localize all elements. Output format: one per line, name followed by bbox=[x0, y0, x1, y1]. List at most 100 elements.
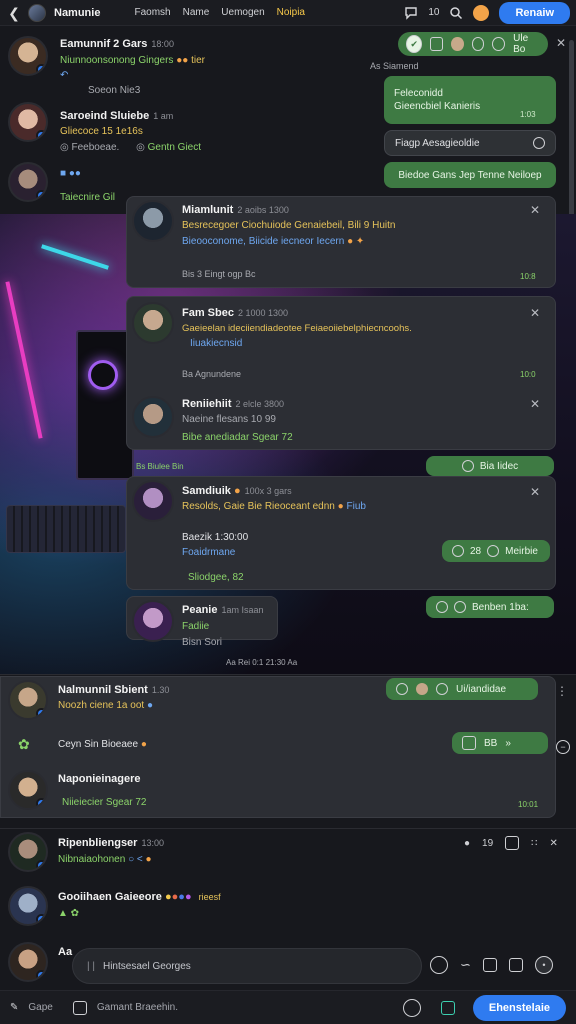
avatar[interactable] bbox=[132, 600, 174, 642]
avatar[interactable] bbox=[132, 480, 174, 522]
avatar[interactable] bbox=[8, 36, 48, 76]
edit-icon[interactable]: ✎ bbox=[10, 1002, 18, 1013]
message-author[interactable]: Naponieinagere bbox=[58, 773, 141, 785]
close-icon[interactable]: ✕ bbox=[530, 306, 540, 320]
minus-icon[interactable]: − bbox=[556, 740, 570, 754]
avatar[interactable] bbox=[132, 396, 174, 438]
avatar[interactable] bbox=[132, 302, 174, 344]
bottom-label[interactable]: Gamant Braeehin. bbox=[97, 1002, 178, 1013]
close-icon[interactable]: ✕ bbox=[556, 36, 566, 50]
comment-icon[interactable] bbox=[505, 836, 520, 850]
reply-icon[interactable] bbox=[452, 545, 464, 557]
message-composer[interactable]: | | Hintsesael Georges bbox=[72, 948, 422, 984]
avatar[interactable] bbox=[8, 680, 48, 720]
avatar[interactable] bbox=[8, 832, 48, 872]
nav-item-1[interactable]: Name bbox=[183, 7, 210, 18]
avatar[interactable] bbox=[8, 942, 48, 982]
close-icon[interactable]: ✕ bbox=[530, 397, 540, 411]
send-button[interactable]: Ehenstelaie bbox=[472, 994, 566, 1021]
chat-icon[interactable] bbox=[404, 6, 418, 20]
thread-author[interactable]: Samdiuik ● 100x 3 gars bbox=[182, 485, 292, 497]
composer-placeholder[interactable]: Hintsesael Georges bbox=[103, 961, 191, 972]
bubble-line: Feleconidd bbox=[394, 88, 443, 99]
reaction-pill[interactable]: ✔ Ule Bo bbox=[398, 32, 548, 56]
message-author[interactable]: Saroeind Sluiebe 1 am bbox=[60, 110, 173, 122]
emoji-icon: ● bbox=[146, 700, 153, 711]
message-bubble[interactable]: Fiagp Aesagieoldie bbox=[384, 130, 556, 156]
attach-icon[interactable]: ∽ bbox=[460, 957, 471, 973]
thread-author[interactable]: Miamlunit 2 aoibs 1300 bbox=[182, 204, 289, 216]
message-author[interactable]: Eamunnif 2 Gars 18:00 bbox=[60, 38, 174, 50]
emoji-icon[interactable] bbox=[402, 998, 421, 1017]
bottom-label[interactable]: Gape bbox=[28, 1002, 52, 1013]
reply-icon[interactable] bbox=[461, 460, 474, 472]
reaction-pill[interactable]: BB » bbox=[452, 732, 548, 754]
avatar[interactable] bbox=[8, 770, 48, 810]
expand-icon[interactable]: ∷ bbox=[531, 838, 537, 849]
avatar[interactable] bbox=[132, 200, 174, 242]
message-author[interactable]: Ripenbliengser 13:00 bbox=[58, 837, 164, 849]
avatar[interactable] bbox=[416, 683, 428, 695]
avatar[interactable] bbox=[8, 102, 48, 142]
emoji-icon[interactable] bbox=[473, 4, 490, 21]
message-bubble[interactable]: Biedoe Gans Jep Tenne Neiloep bbox=[384, 162, 556, 188]
link-icon[interactable]: ↶ bbox=[60, 70, 68, 81]
close-icon[interactable]: ✕ bbox=[530, 485, 540, 499]
thread-author[interactable]: Fam Sbec 2 1000 1300 bbox=[182, 307, 288, 319]
emoji-icon[interactable] bbox=[487, 545, 500, 557]
more-icon[interactable]: ⋮ bbox=[556, 684, 568, 698]
thread-author[interactable]: Reniiehiit 2 elcle 3800 bbox=[182, 398, 284, 410]
close-icon[interactable]: ✕ bbox=[530, 203, 540, 217]
square-icon[interactable] bbox=[430, 37, 444, 51]
checkbox-icon[interactable] bbox=[72, 1000, 87, 1015]
back-arrow-icon[interactable]: ❮ bbox=[6, 5, 22, 21]
reaction-pill[interactable]: Bia Iidec bbox=[426, 456, 554, 476]
message-line: Feeboeae. bbox=[71, 142, 120, 153]
clock-icon[interactable] bbox=[454, 601, 466, 613]
thread-text: Foaidrmane bbox=[182, 547, 236, 558]
nav-item-3[interactable]: Noipia bbox=[277, 7, 305, 18]
thread-text: Resolds, Gaie Bie Rieoceant ednn ● Fiub bbox=[182, 501, 366, 512]
message-author[interactable]: Nalmunnil Sbient 1.30 bbox=[58, 684, 169, 696]
info-icon[interactable] bbox=[492, 37, 506, 51]
message-text: Gliecoce 15 1e16s bbox=[60, 126, 143, 137]
thread-text: Iiuakiecnsid bbox=[190, 338, 243, 349]
nav-item-2[interactable]: Uemogen bbox=[221, 7, 264, 18]
gallery-icon[interactable] bbox=[482, 958, 497, 972]
avatar[interactable] bbox=[28, 3, 46, 22]
shield-icon[interactable] bbox=[436, 683, 448, 695]
pill-label: Meirbie bbox=[505, 545, 538, 557]
reply-icon[interactable] bbox=[396, 683, 408, 695]
forward-icon[interactable]: » bbox=[505, 738, 511, 749]
avatar[interactable] bbox=[451, 37, 464, 51]
message-author[interactable]: Aa bbox=[58, 946, 72, 958]
thread-author[interactable]: Peanie 1am Isaan bbox=[182, 604, 264, 616]
emoji-icon: ● bbox=[184, 891, 192, 903]
avatar[interactable] bbox=[8, 886, 48, 926]
clock-icon[interactable] bbox=[471, 37, 485, 51]
reaction-pill[interactable]: Benben 1ba: bbox=[426, 596, 554, 618]
action-button[interactable]: Renaiw bbox=[499, 1, 570, 24]
top-nav: Faomsh Name Uemogen Noipia bbox=[134, 7, 305, 18]
reaction-icon[interactable]: ● bbox=[464, 838, 470, 849]
reaction-count: 19 bbox=[482, 837, 494, 849]
author-name: Fam Sbec bbox=[182, 307, 234, 319]
reaction-pill[interactable]: Ui/iandidae bbox=[386, 678, 538, 700]
message-time: 1am Isaan bbox=[221, 605, 264, 615]
nav-item-0[interactable]: Faomsh bbox=[134, 7, 170, 18]
media-icon[interactable] bbox=[440, 1000, 455, 1015]
close-icon[interactable]: ✕ bbox=[550, 838, 558, 849]
clock-icon[interactable] bbox=[430, 956, 448, 974]
keyboard-image bbox=[6, 505, 126, 553]
search-icon[interactable] bbox=[449, 6, 463, 20]
square-icon[interactable] bbox=[462, 736, 476, 750]
thread-text: Sliodgee, 82 bbox=[188, 572, 244, 583]
message-author[interactable]: Gooiihaen Gaieeore ●●●● rieesf bbox=[58, 891, 221, 903]
sticker-icon[interactable] bbox=[508, 958, 523, 972]
message-time: 2 aoibs 1300 bbox=[237, 205, 289, 215]
reaction-pill[interactable]: 28 Meirbie bbox=[442, 540, 550, 562]
reply-icon[interactable]: ✔ bbox=[406, 35, 423, 53]
avatar[interactable] bbox=[8, 162, 48, 202]
options-icon[interactable]: • bbox=[534, 956, 553, 974]
reply-icon[interactable] bbox=[436, 601, 448, 613]
